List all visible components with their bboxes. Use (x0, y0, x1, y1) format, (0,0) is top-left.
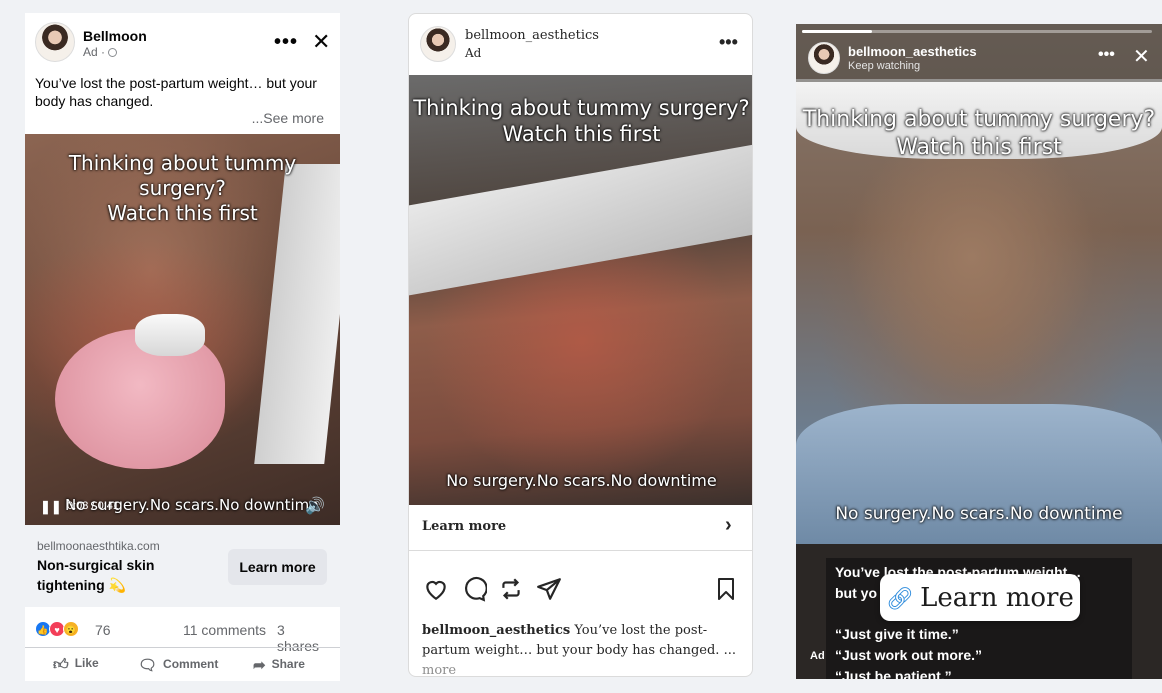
video-caption-top: Thinking about tummy surgery? Watch this… (413, 96, 750, 147)
more-options-button[interactable]: ••• (274, 31, 298, 54)
avatar[interactable] (35, 22, 75, 62)
story-text-line: “Just give it time.” (835, 626, 959, 642)
caption-more-link[interactable]: more (422, 663, 456, 676)
story-text-line: “Just work out more.” (835, 647, 983, 663)
post-actions: 👍︎ Like 🗨︎ Comment ➦ Share (25, 647, 340, 677)
post-caption: bellmoon_aesthetics You’ve lost the post… (422, 621, 742, 676)
comment-label: Comment (163, 657, 219, 671)
sponsored-label: Ad · (83, 45, 118, 59)
like-button[interactable]: 👍︎ Like (53, 656, 99, 674)
learn-more-button[interactable]: Learn more (228, 549, 327, 585)
reaction-count[interactable]: 76 (95, 622, 111, 638)
comments-count[interactable]: 11 comments (183, 622, 266, 638)
close-button[interactable]: ✕ (312, 29, 330, 55)
story-subtitle: Keep watching (848, 60, 921, 72)
more-options-button[interactable]: ••• (1098, 46, 1115, 64)
volume-icon[interactable]: 🔊 (305, 496, 325, 516)
ad-label: Ad · (83, 45, 106, 59)
device-image (135, 314, 205, 356)
story-text-line: “Just be patient.” (835, 668, 952, 679)
share-button[interactable]: ➦ Share (253, 656, 305, 674)
story-progress-bar (802, 30, 1152, 33)
ad-label: Ad (810, 650, 825, 662)
video-caption-bottom: No surgery.No scars.No downtime (835, 504, 1123, 524)
video-caption-top: Thinking about tummy surgery? Watch this… (802, 107, 1156, 160)
link-icon: 🔗︎ (886, 586, 915, 612)
instagram-ad-card: bellmoon_aesthetics Ad ••• Thinking abou… (408, 13, 753, 677)
heart-icon[interactable] (423, 576, 449, 602)
learn-more-button[interactable]: 🔗︎ Learn more (880, 574, 1080, 621)
facebook-post-header: Bellmoon Ad · ••• ✕ (25, 13, 340, 73)
learn-more-bar[interactable]: Learn more › (409, 505, 752, 551)
username[interactable]: bellmoon_aesthetics (848, 44, 977, 59)
page-name[interactable]: Bellmoon (83, 28, 147, 44)
caption-username[interactable]: bellmoon_aesthetics (422, 623, 570, 638)
share-label: Share (271, 657, 305, 671)
see-more-link[interactable]: ...See more (252, 110, 324, 126)
comment-button[interactable]: 🗨︎ Comment (138, 656, 218, 674)
chevron-right-icon: › (725, 514, 732, 536)
story-progress-fill (802, 30, 872, 33)
link-domain: bellmoonaesthtika.com (37, 539, 160, 553)
avatar[interactable] (420, 26, 456, 62)
more-options-button[interactable]: ••• (719, 32, 738, 53)
facebook-ad-card: Bellmoon Ad · ••• ✕ You’ve lost the post… (25, 13, 340, 681)
globe-icon (108, 48, 118, 57)
story-video[interactable]: Thinking about tummy surgery? Watch this… (796, 24, 1162, 544)
gloved-hand-image (55, 329, 225, 469)
close-button[interactable]: ✕ (1133, 44, 1150, 69)
send-icon[interactable] (536, 576, 562, 602)
video-player[interactable]: Thinking about tummy surgery? Watch this… (409, 75, 752, 505)
video-caption-top: Thinking about tummy surgery? Watch this… (68, 151, 297, 225)
link-headline: Non-surgical skin tightening 💫 (37, 557, 155, 593)
ad-label: Ad (465, 46, 482, 60)
video-time: 0:03 / 0:41 (67, 500, 119, 512)
comment-icon[interactable] (461, 576, 487, 602)
story-ad-card: Thinking about tummy surgery? Watch this… (796, 24, 1162, 679)
story-header: bellmoon_aesthetics Keep watching ••• ✕ (796, 24, 1162, 82)
repost-icon[interactable] (498, 576, 524, 602)
pause-icon[interactable]: ❚❚ (40, 499, 62, 515)
like-label: Like (74, 656, 99, 670)
thumbs-up-icon: 👍︎ (53, 656, 69, 673)
reaction-summary: 👍 ♥ 😮 76 11 comments 3 shares (35, 617, 330, 654)
video-caption-bottom: No surgery.No scars.No downtime (446, 471, 717, 490)
avatar[interactable] (808, 42, 840, 74)
learn-more-label: Learn more (422, 519, 507, 534)
post-text: You’ve lost the post-partum weight… but … (35, 75, 317, 109)
learn-more-label: Learn more (920, 582, 1074, 613)
sheet-image (409, 144, 752, 296)
comment-icon: 🗨︎ (138, 657, 158, 674)
link-preview[interactable]: bellmoonaesthtika.com Non-surgical skin … (25, 525, 340, 607)
wow-reaction-icon: 😮 (63, 621, 79, 637)
username[interactable]: bellmoon_aesthetics (465, 28, 599, 43)
share-icon: ➦ (253, 657, 266, 674)
video-player[interactable]: Thinking about tummy surgery? Watch this… (25, 134, 340, 525)
action-icons (409, 576, 752, 610)
story-text-line: but yo (835, 585, 877, 601)
bookmark-icon[interactable] (714, 576, 738, 602)
